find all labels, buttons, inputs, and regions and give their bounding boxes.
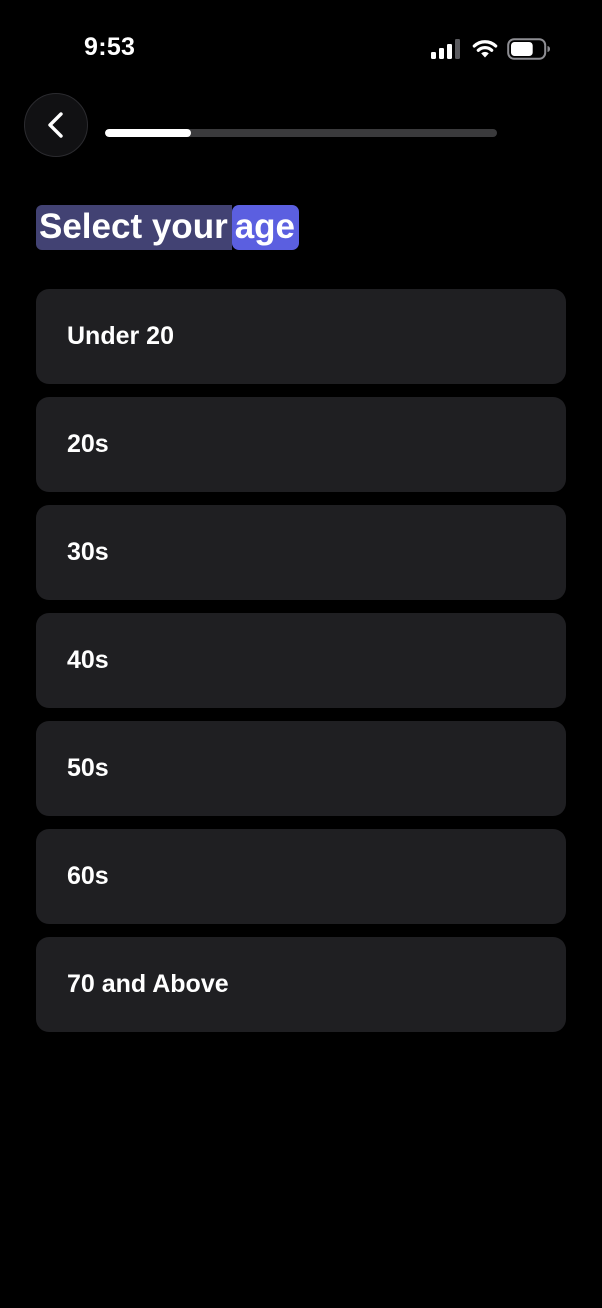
- age-option-70-and-above[interactable]: 70 and Above: [36, 937, 566, 1032]
- age-option-30s[interactable]: 30s: [36, 505, 566, 600]
- age-option-40s[interactable]: 40s: [36, 613, 566, 708]
- age-options-list: Under 20 20s 30s 40s 50s 60s 70 and Abov…: [36, 289, 566, 1045]
- progress-fill: [105, 129, 192, 137]
- age-option-50s[interactable]: 50s: [36, 721, 566, 816]
- onboarding-progress-bar: [105, 129, 497, 137]
- battery-icon: [507, 38, 550, 60]
- wifi-icon: [472, 40, 498, 58]
- age-option-60s[interactable]: 60s: [36, 829, 566, 924]
- status-time: 9:53: [84, 33, 136, 61]
- chevron-left-icon: [48, 112, 63, 138]
- back-button[interactable]: [24, 93, 88, 157]
- title-highlighted-word: age: [231, 205, 300, 250]
- age-option-under-20[interactable]: Under 20: [36, 289, 566, 384]
- status-bar: 9:53: [0, 0, 602, 96]
- cellular-signal-icon: [431, 39, 460, 59]
- age-option-20s[interactable]: 20s: [36, 397, 566, 492]
- title-text: Select your: [36, 205, 232, 250]
- page-title: Select your age: [36, 205, 300, 250]
